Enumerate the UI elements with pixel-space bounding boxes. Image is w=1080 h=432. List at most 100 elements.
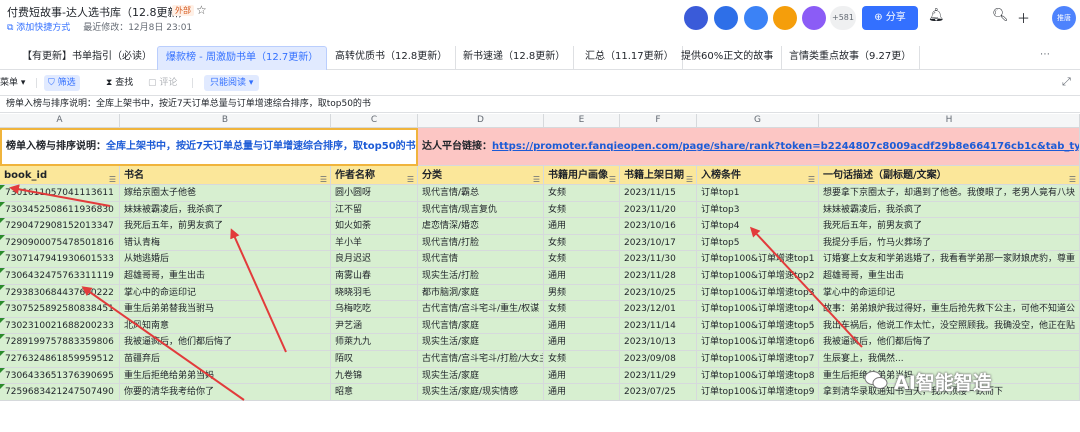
table-cell[interactable]: 从她逃婚后 (120, 251, 331, 268)
table-cell[interactable]: 订单top100&订单增速top4 (697, 301, 819, 318)
column-header-e[interactable]: E (544, 114, 620, 128)
table-cell[interactable]: 7301611057041113611 (0, 185, 120, 202)
table-cell[interactable]: 南雾山春 (331, 268, 418, 285)
table-cell[interactable]: 苗疆弃后 (120, 351, 331, 368)
table-cell[interactable]: 通用 (544, 367, 620, 385)
table-cell[interactable]: 通用 (544, 268, 620, 285)
star-icon[interactable]: ☆ (196, 3, 207, 17)
table-cell[interactable]: 现实生活/打脸 (418, 268, 544, 285)
table-cell[interactable]: 订单top100&订单增速top5 (697, 317, 819, 335)
table-cell[interactable]: 女频 (544, 234, 620, 252)
table-cell[interactable]: 昭意 (331, 384, 418, 401)
table-cell[interactable]: 故事：弟弟娘炉我过得好，重生后抢先救下公主，可他不知道公 (819, 301, 1080, 318)
table-cell[interactable]: 7306433651376390695 (0, 367, 120, 385)
user-avatar[interactable]: 推唐 (1052, 6, 1076, 30)
table-cell[interactable]: 7290900075478501816 (0, 234, 120, 252)
table-cell[interactable]: 2023/11/29 (620, 367, 697, 385)
table-cell[interactable]: 订单top100&订单增速top1 (697, 251, 819, 268)
table-cell[interactable]: 2023/09/08 (620, 351, 697, 368)
table-cell[interactable]: 晓晓羽毛 (331, 284, 418, 302)
table-cell[interactable]: 掌心中的命运印记 (819, 284, 1080, 302)
table-cell[interactable]: 订单top1 (697, 185, 819, 202)
table-cell[interactable]: 2023/11/28 (620, 268, 697, 285)
tab-sheet-60percent[interactable]: 提供60%正文的故事 (673, 46, 783, 70)
field-header[interactable]: book_id ☰ (0, 166, 120, 185)
table-cell[interactable]: 7307147941930601533 (0, 251, 120, 268)
expand-icon[interactable]: ⤢ (1062, 75, 1071, 89)
tab-sheet-hot[interactable]: 爆款榜 - 周激励书单（12.7更新） (157, 46, 328, 70)
table-cell[interactable]: 2023/10/25 (620, 284, 697, 302)
table-cell[interactable]: 订单top100&订单增速top9 (697, 384, 819, 401)
add-shortcut-link[interactable]: ⧉ 添加快捷方式 (7, 23, 70, 33)
table-cell[interactable]: 7307525892580838451 (0, 301, 120, 318)
field-header[interactable]: 一句话描述（副标题/文案） ☰ (819, 166, 1080, 185)
table-cell[interactable]: 7276324861859959512 (0, 351, 120, 368)
table-cell[interactable]: 超雄哥哥，重生出击 (819, 268, 1080, 285)
avatar[interactable] (744, 6, 768, 30)
table-cell[interactable]: 圆小圆呀 (331, 185, 418, 202)
field-header[interactable]: 书籍用户画像 ☰ (544, 166, 620, 185)
table-cell[interactable]: 陌叹 (331, 351, 418, 368)
table-cell[interactable]: 订单top100&订单增速top8 (697, 367, 819, 385)
table-cell[interactable]: 通用 (544, 334, 620, 351)
table-cell[interactable]: 现代言情/打脸 (418, 234, 544, 252)
table-cell[interactable]: 妹妹被霸凌后，我杀疯了 (819, 201, 1080, 219)
find-button[interactable]: ⧗ 查找 (106, 75, 133, 91)
table-cell[interactable]: 现代言情/家庭 (418, 317, 544, 335)
table-cell[interactable]: 妹妹被霸凌后，我杀疯了 (120, 201, 331, 219)
table-cell[interactable]: 男频 (544, 284, 620, 302)
table-cell[interactable]: 你要的清华我考给你了 (120, 384, 331, 401)
table-cell[interactable]: 7303452508611936830 (0, 201, 120, 219)
table-cell[interactable]: 通用 (544, 317, 620, 335)
column-header-f[interactable]: F (620, 114, 697, 128)
table-cell[interactable]: 重生后拒绝给弟弟当妈 (120, 367, 331, 385)
table-cell[interactable]: 7289199757883359806 (0, 334, 120, 351)
table-cell[interactable]: 2023/12/01 (620, 301, 697, 318)
table-cell[interactable]: 2023/11/14 (620, 317, 697, 335)
table-cell[interactable]: 通用 (544, 218, 620, 235)
table-cell[interactable]: 嫁给京圈太子他爸 (120, 185, 331, 202)
column-header-b[interactable]: B (120, 114, 331, 128)
table-cell[interactable]: 现实生活/家庭 (418, 334, 544, 351)
bell-icon[interactable]: 🔔︎ (928, 8, 945, 23)
table-cell[interactable]: 如火如荼 (331, 218, 418, 235)
platform-link[interactable]: https://promoter.fanqieopen.com/page/sha… (492, 141, 1079, 152)
table-cell[interactable]: 尹艺涵 (331, 317, 418, 335)
column-header-d[interactable]: D (418, 114, 544, 128)
table-cell[interactable]: 订婚宴上女友和学弟逃婚了，我看看学弟那一家财娘虎豹，尊重 (819, 251, 1080, 268)
table-cell[interactable]: 订单top3 (697, 201, 819, 219)
column-header-g[interactable]: G (697, 114, 819, 128)
readonly-dropdown[interactable]: 只能阅读 ▾ (204, 75, 260, 91)
tab-sheet-quality[interactable]: 高转优质书（12.8更新） (327, 46, 457, 70)
search-icon[interactable]: 🔍︎ (992, 8, 1009, 23)
tab-sheet-new[interactable]: 新书速递（12.8更新） (455, 46, 575, 70)
tab-sheet-guide[interactable]: 【有更新】书单指引（必读） (14, 46, 161, 70)
table-cell[interactable]: 2023/11/15 (620, 185, 697, 202)
doc-title[interactable]: 付费短故事-达人选书库（12.8更新） (7, 4, 189, 20)
table-cell[interactable]: 7259683421247507490 (0, 384, 120, 401)
menu-button[interactable]: 菜单 ▾ (0, 75, 25, 91)
table-cell[interactable]: 生辰宴上，我偶然... (819, 351, 1080, 368)
avatar[interactable] (714, 6, 738, 30)
table-cell[interactable]: 订单top4 (697, 218, 819, 235)
table-cell[interactable]: 想要拿下京圈太子，却遇到了他爸。我傻眼了，老男人竟有八块 (819, 185, 1080, 202)
table-cell[interactable]: 重生后弟弟替我当驸马 (120, 301, 331, 318)
table-cell[interactable]: 女频 (544, 201, 620, 219)
field-header[interactable]: 分类 ☰ (418, 166, 544, 185)
table-cell[interactable]: 北风知南意 (120, 317, 331, 335)
table-cell[interactable]: 女频 (544, 185, 620, 202)
table-cell[interactable]: 都市脑洞/家庭 (418, 284, 544, 302)
column-header-h[interactable]: H (819, 114, 1080, 128)
avatar-count[interactable]: +581 (830, 6, 856, 30)
table-cell[interactable]: 现代言情 (418, 251, 544, 268)
table-cell[interactable]: 女频 (544, 351, 620, 368)
table-cell[interactable]: 良月迟迟 (331, 251, 418, 268)
table-cell[interactable]: 7290472908152013347 (0, 218, 120, 235)
table-cell[interactable]: 我被逼疯后，他们都后悔了 (120, 334, 331, 351)
more-tabs-icon[interactable]: ⋯ (1040, 49, 1050, 60)
avatar[interactable] (684, 6, 708, 30)
table-cell[interactable]: 女频 (544, 251, 620, 268)
table-cell[interactable]: 订单top100&订单增速top7 (697, 351, 819, 368)
column-header-a[interactable]: A (0, 114, 120, 128)
table-cell[interactable]: 2023/11/20 (620, 201, 697, 219)
